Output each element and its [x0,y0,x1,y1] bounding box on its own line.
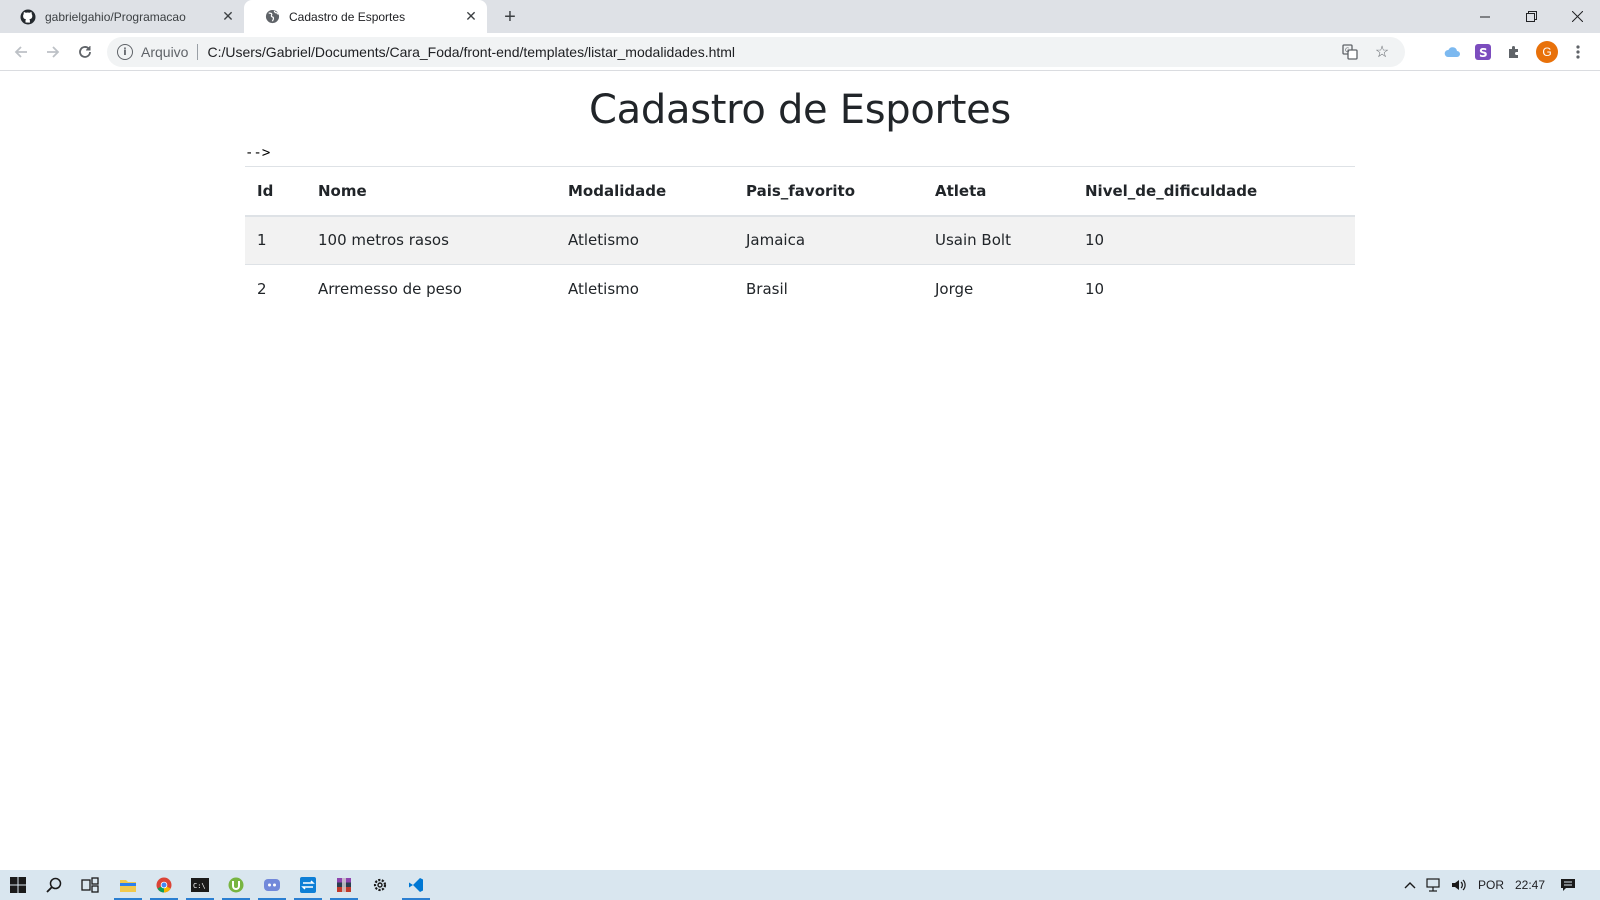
task-view-icon[interactable] [72,870,108,900]
menu-icon[interactable] [1567,41,1589,63]
app-icon[interactable] [290,870,326,900]
tab-title: Cadastro de Esportes [289,9,406,24]
restore-icon[interactable] [1508,0,1554,33]
stray-comment-text: --> [245,145,271,161]
discord-icon[interactable] [254,870,290,900]
column-header: Pais_favorito [734,166,923,217]
settings-icon[interactable] [362,870,398,900]
chevron-up-icon[interactable] [1404,870,1416,900]
table-cell: Atletismo [568,231,639,250]
address-bar[interactable]: i Arquivo C:/Users/Gabriel/Documents/Car… [107,37,1405,67]
table-cell: Brasil [734,264,923,314]
info-icon[interactable]: i [117,44,133,60]
globe-icon [264,9,280,25]
omnibox-divider [197,44,199,60]
profile-avatar[interactable]: G [1536,41,1558,63]
winrar-icon[interactable] [326,870,362,900]
close-icon[interactable] [1554,0,1600,33]
reload-icon[interactable] [71,38,99,66]
cloud-icon[interactable] [1441,41,1463,63]
extension-s-icon[interactable]: S [1472,41,1494,63]
chrome-icon[interactable] [146,870,182,900]
puzzle-icon[interactable] [1503,41,1525,63]
search-icon[interactable] [36,870,72,900]
notification-icon[interactable] [1560,870,1576,900]
page-content: Cadastro de Esportes --> Id Nome Modalid… [0,71,1600,870]
table-cell: Atletismo [556,264,734,314]
browser-toolbar: i Arquivo C:/Users/Gabriel/Documents/Car… [0,33,1600,71]
svg-text:S: S [1479,46,1488,60]
avatar: G [1536,41,1558,63]
tab-strip: gabrielgahio/Programacao ✕ Cadastro de E… [0,0,1600,33]
windows-start-icon[interactable] [0,870,36,900]
table-row: 1 100 metros rasos Atletismo Jamaica Usa… [245,215,1355,265]
scheme-label: Arquivo [141,44,189,60]
table-cell: 1 [257,231,267,250]
close-tab-icon[interactable]: ✕ [463,8,479,25]
tab-cadastro[interactable]: Cadastro de Esportes ✕ [244,0,487,33]
network-icon[interactable] [1426,870,1442,900]
table-cell: 10 [1073,264,1355,314]
forward-icon[interactable] [39,38,67,66]
vscode-icon[interactable] [398,870,434,900]
column-header: Id [245,166,306,217]
table-cell: Arremesso de peso [306,264,556,314]
column-header: Atleta [923,166,1073,217]
plus-icon[interactable]: + [498,5,522,29]
language-indicator[interactable]: POR [1478,870,1504,900]
github-icon [20,9,36,25]
table-header-row: Id Nome Modalidade Pais_favorito Atleta … [245,166,1355,217]
translate-icon[interactable]: G [1337,37,1363,67]
page-title: Cadastro de Esportes [589,87,1011,133]
sports-table: Id Nome Modalidade Pais_favorito Atleta … [245,166,1355,314]
column-header: Nome [306,166,556,217]
minimize-icon[interactable] [1462,0,1508,33]
close-tab-icon[interactable]: ✕ [220,8,236,25]
svg-text:G: G [1345,47,1350,54]
volume-icon[interactable] [1451,870,1467,900]
clock[interactable]: 22:47 [1515,870,1545,900]
taskbar: C:\ POR 22:47 [0,870,1600,900]
star-icon[interactable]: ☆ [1369,37,1395,67]
utorrent-icon[interactable] [218,870,254,900]
terminal-icon[interactable]: C:\ [182,870,218,900]
column-header: Nivel_de_dificuldade [1073,166,1355,217]
table-cell: Usain Bolt [935,231,1011,250]
back-icon[interactable] [7,38,35,66]
table-cell: 2 [245,264,306,314]
tab-title: gabrielgahio/Programacao [45,9,186,24]
table-cell: 100 metros rasos [318,231,449,250]
table-row: 2 Arremesso de peso Atletismo Brasil Jor… [245,264,1355,314]
svg-text:C:\: C:\ [193,882,206,890]
file-explorer-icon[interactable] [110,870,146,900]
table-cell: Jamaica [746,231,806,250]
table-cell: 10 [1085,231,1105,250]
table-cell: Jorge [923,264,1073,314]
url-text[interactable]: C:/Users/Gabriel/Documents/Cara_Foda/fro… [207,44,735,60]
tab-github[interactable]: gabrielgahio/Programacao ✕ [0,0,244,33]
column-header: Modalidade [556,166,734,217]
